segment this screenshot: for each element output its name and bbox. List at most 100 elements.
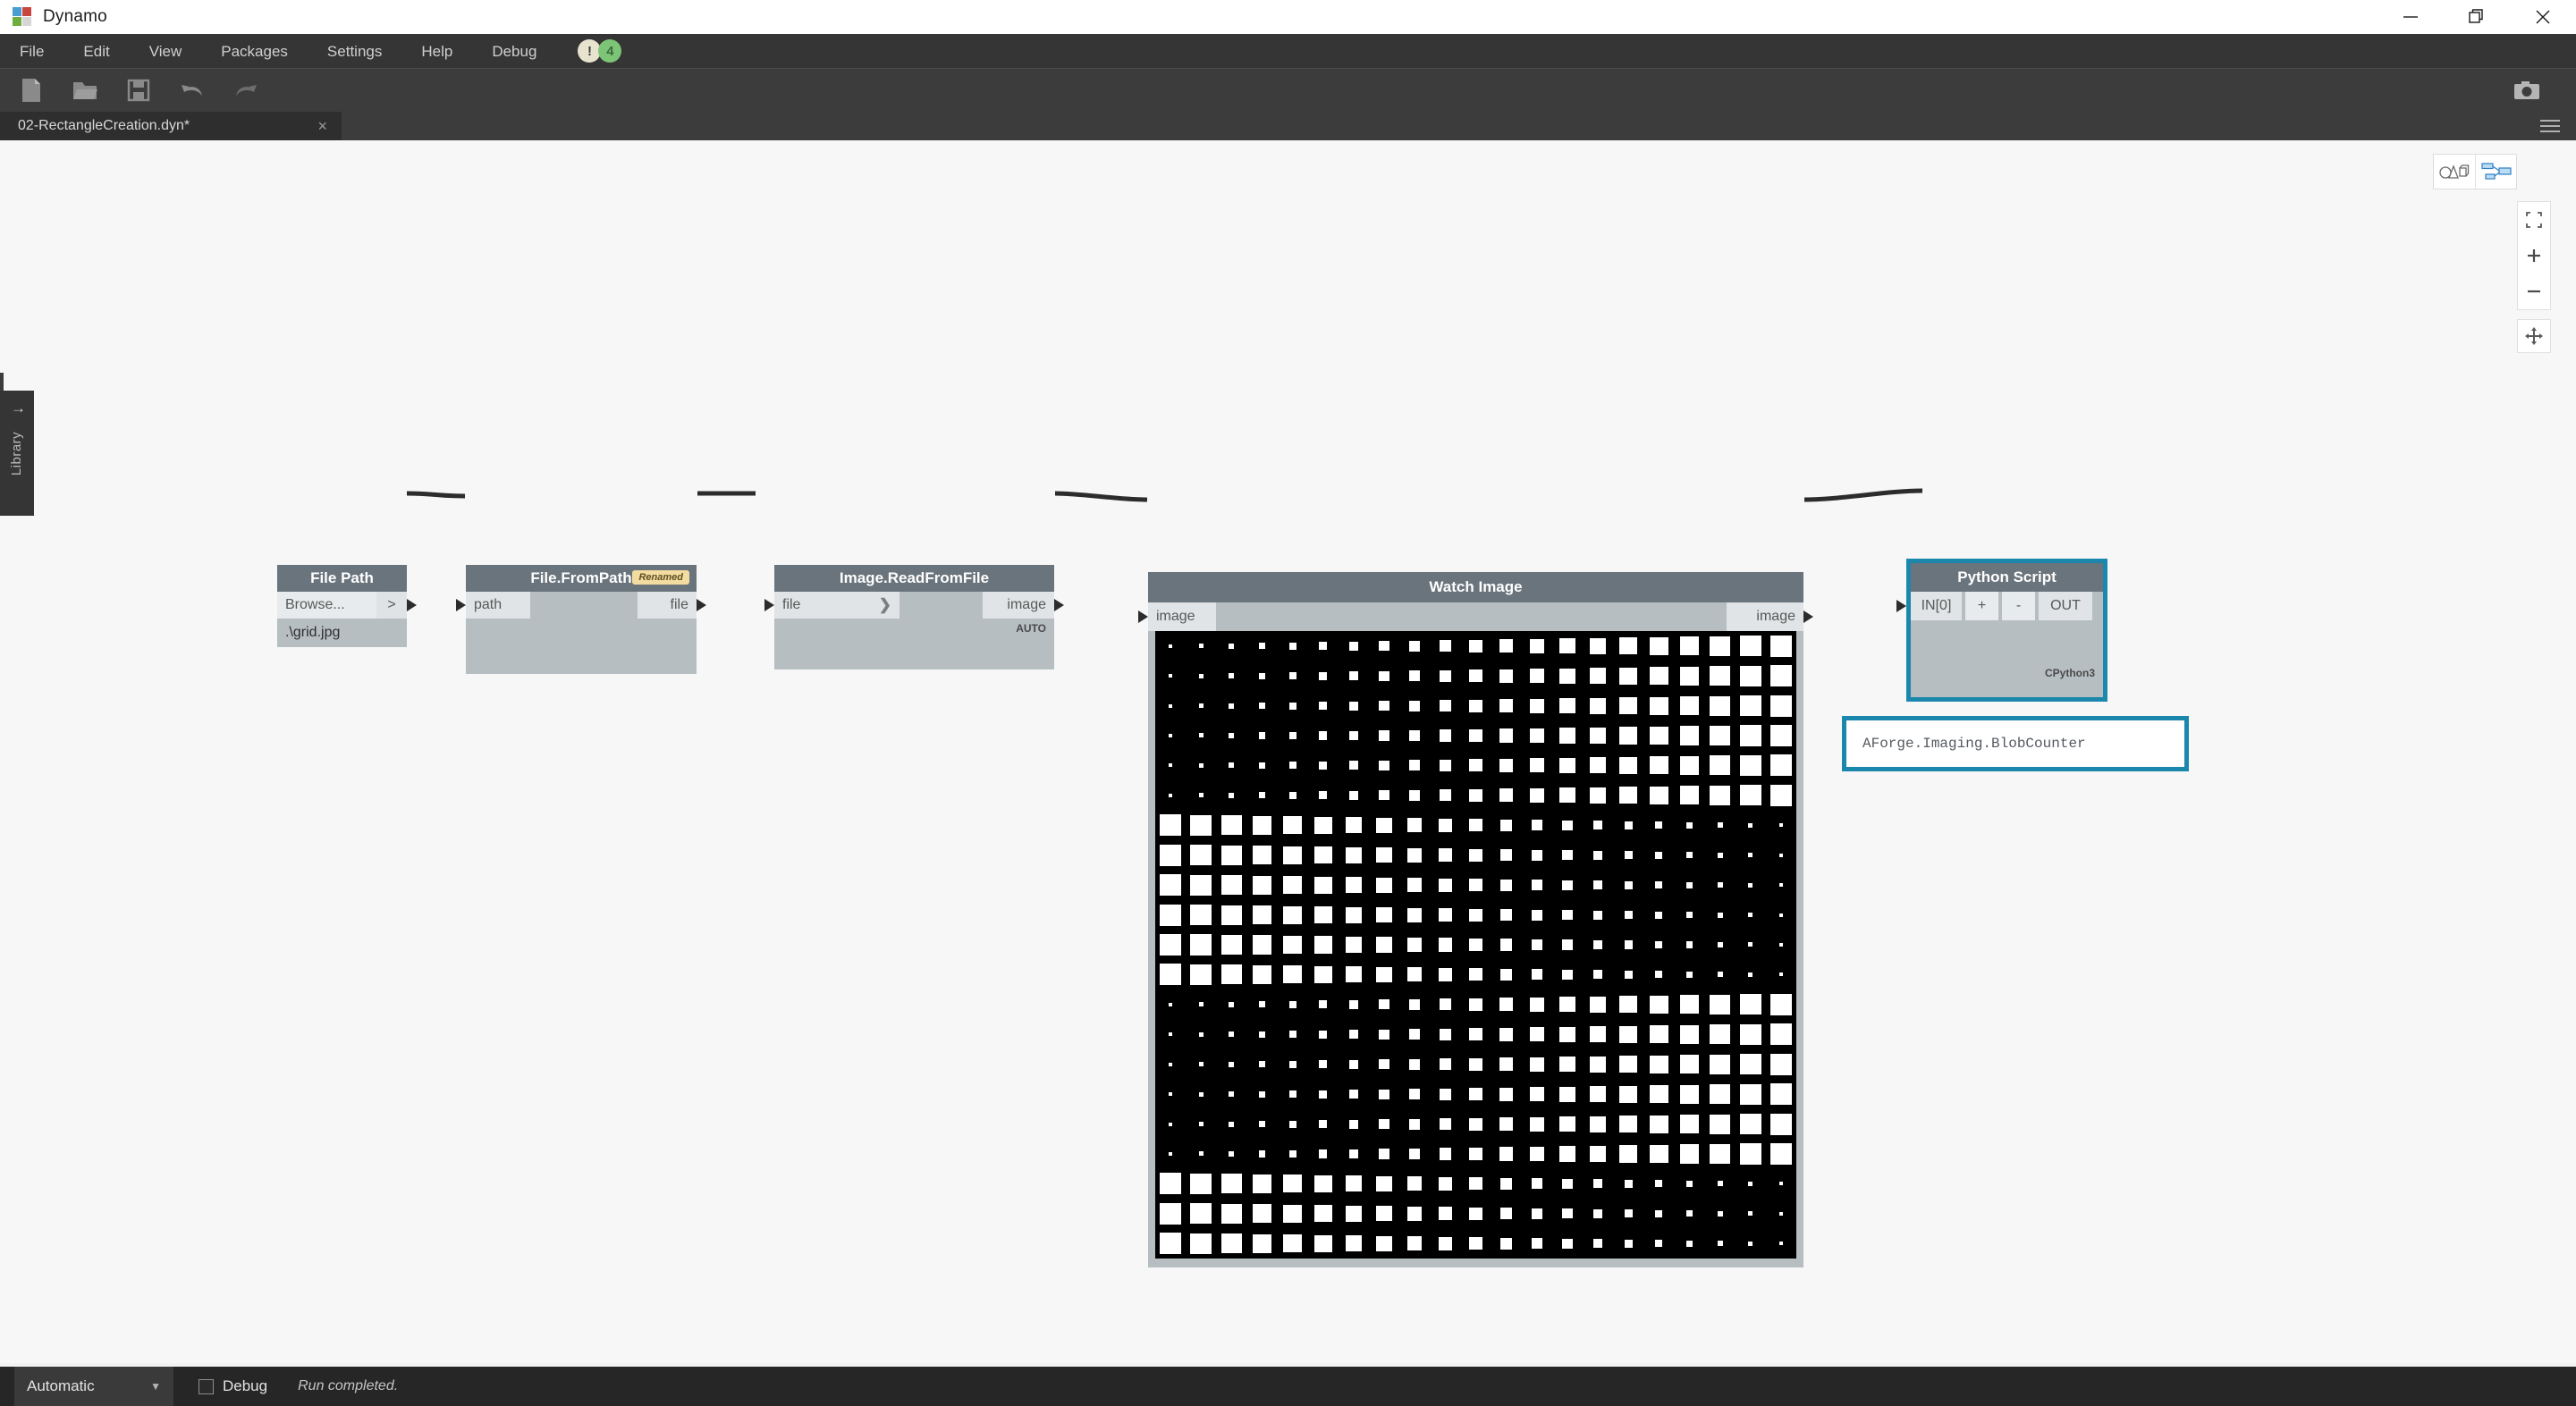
run-mode-dropdown[interactable]: Automatic ▼ [14, 1367, 173, 1406]
grid-cell [1229, 1122, 1234, 1127]
success-badge[interactable]: 4 [598, 39, 621, 63]
zoom-in-button[interactable] [2517, 238, 2551, 274]
fit-screen-icon[interactable] [2517, 202, 2551, 238]
menu-item-debug[interactable]: Debug [472, 34, 556, 69]
grid-cell [1655, 971, 1662, 978]
menu-item-settings[interactable]: Settings [308, 34, 401, 69]
menu-bar: File Edit View Packages Settings Help De… [0, 34, 2576, 69]
library-expand-arrow-icon[interactable]: → [11, 400, 26, 417]
grid-cell [1439, 908, 1452, 922]
minimize-button[interactable] [2378, 0, 2444, 34]
browse-button[interactable]: Browse... [277, 592, 376, 619]
new-file-button[interactable] [9, 69, 54, 112]
node-body: path file [466, 592, 697, 674]
file-path-value[interactable]: .\grid.jpg [277, 619, 348, 647]
port-in-0[interactable]: IN[0] [1911, 592, 1962, 620]
grid-cell [1499, 1057, 1513, 1071]
grid-cell [1625, 821, 1633, 829]
window-controls [2378, 0, 2576, 34]
grid-cell [1650, 996, 1668, 1014]
grid-cell [1283, 876, 1301, 894]
grid-cell [1407, 938, 1422, 952]
pan-move-icon[interactable] [2517, 319, 2551, 353]
grid-cell [1160, 1173, 1182, 1194]
port-in-file-label: file [782, 597, 800, 613]
grid-cell [1619, 1026, 1636, 1043]
grid-cell [1779, 823, 1783, 827]
menu-item-help[interactable]: Help [401, 34, 472, 69]
grid-cell [1499, 1117, 1513, 1131]
chevron-right-icon[interactable]: ❯ [879, 596, 891, 614]
graph-canvas[interactable]: Library → [0, 140, 2576, 1367]
node-watch-image[interactable]: Watch Image image image [1148, 572, 1803, 1267]
close-button[interactable] [2510, 0, 2576, 34]
grid-cell [1469, 1208, 1482, 1220]
camera-icon[interactable] [2504, 69, 2549, 112]
file-path-output-port[interactable]: > [376, 592, 407, 619]
grid-cell [1376, 847, 1391, 863]
node-graph-icon[interactable] [2475, 155, 2516, 189]
grid-cell [1259, 762, 1265, 769]
grid-cell [1349, 1149, 1358, 1158]
grid-cell [1379, 671, 1389, 681]
port-in-path[interactable]: path [466, 592, 530, 619]
node-file-from-path[interactable]: File.FromPath Renamed path file [466, 565, 697, 674]
save-file-button[interactable] [116, 69, 161, 112]
undo-button[interactable] [170, 69, 215, 112]
node-image-read-from-file[interactable]: Image.ReadFromFile file ❯ image AUTO [774, 565, 1054, 669]
grid-cell [1593, 970, 1602, 979]
node-python-script[interactable]: Python Script IN[0] + - OUT CPython3 [1906, 559, 2107, 702]
node-file-path[interactable]: File Path Browse... > .\grid.jpg [277, 565, 407, 647]
grid-cell [1625, 881, 1633, 889]
add-port-button[interactable]: + [1965, 592, 1998, 620]
node-body: Browse... > .\grid.jpg [277, 592, 407, 647]
menu-item-file[interactable]: File [0, 34, 63, 69]
grid-cell [1680, 1025, 1700, 1044]
remove-port-button[interactable]: - [2002, 592, 2035, 620]
redo-button[interactable] [224, 69, 268, 112]
grid-cell [1407, 848, 1422, 863]
tab-close-icon[interactable]: × [282, 117, 327, 136]
node-title-text: File.FromPath [530, 569, 631, 587]
grid-cell [1346, 907, 1362, 923]
grid-cell [1221, 815, 1242, 835]
grid-cell [1718, 972, 1723, 977]
grid-cell [1770, 754, 1793, 776]
open-folder-button[interactable] [63, 69, 107, 112]
grid-cell [1770, 785, 1793, 806]
input-connector-dot [1138, 610, 1148, 623]
grid-cell [1718, 853, 1723, 858]
grid-cell [1379, 761, 1389, 770]
geometry-shapes-icon[interactable] [2434, 155, 2475, 189]
hamburger-menu-icon[interactable] [2540, 120, 2560, 132]
grid-cell [1346, 966, 1362, 982]
port-out-file[interactable]: file [638, 592, 697, 619]
grid-cell [1469, 819, 1482, 831]
port-out-image[interactable]: image [1727, 602, 1803, 631]
node-title: Python Script [1911, 563, 2103, 592]
restore-button[interactable] [2444, 0, 2510, 34]
grid-cell [1710, 666, 1730, 686]
node-title: File Path [277, 565, 407, 592]
menu-item-packages[interactable]: Packages [201, 34, 308, 69]
port-in-image[interactable]: image [1148, 602, 1216, 631]
grid-cell [1593, 1179, 1602, 1188]
menu-item-view[interactable]: View [130, 34, 202, 69]
menu-item-edit[interactable]: Edit [63, 34, 129, 69]
grid-cell [1283, 965, 1301, 983]
grid-cell [1229, 673, 1234, 678]
debug-checkbox[interactable] [198, 1379, 214, 1394]
port-in-file[interactable]: file ❯ [774, 592, 899, 619]
port-out-out[interactable]: OUT [2039, 592, 2092, 620]
grid-cell [1559, 698, 1575, 713]
grid-cell [1283, 1234, 1301, 1252]
port-out-image[interactable]: image [983, 592, 1054, 619]
tab-02-rectanglecreation[interactable]: 02-RectangleCreation.dyn* × [0, 112, 342, 140]
grid-cell [1650, 1145, 1668, 1163]
input-connector-dot [764, 599, 774, 611]
grid-cell [1680, 667, 1700, 686]
debug-checkbox-group[interactable]: Debug [198, 1377, 267, 1395]
zoom-out-button[interactable] [2517, 274, 2551, 309]
grid-cell [1650, 697, 1668, 715]
grid-cell [1718, 822, 1723, 828]
